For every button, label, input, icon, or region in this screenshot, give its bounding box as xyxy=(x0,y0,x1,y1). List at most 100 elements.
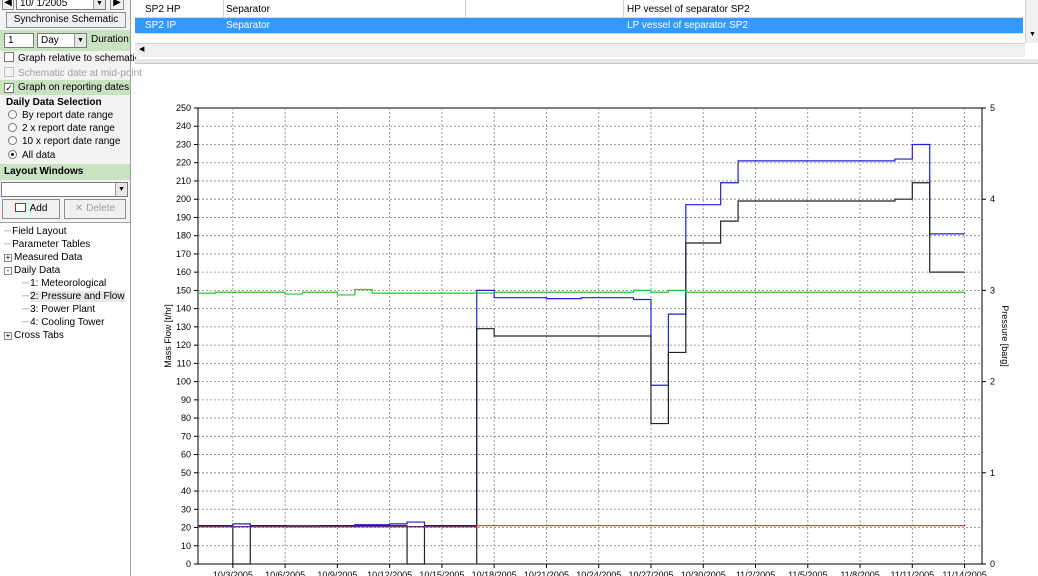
duration-number-input[interactable]: 1 xyxy=(4,33,34,48)
radio-icon[interactable] xyxy=(8,110,17,119)
radio-10x-range[interactable]: 10 x report date range xyxy=(8,135,120,149)
vertical-scrollbar[interactable]: ▼ xyxy=(1025,0,1038,43)
tree-connector-icon: ─ xyxy=(22,291,30,302)
scroll-left-icon[interactable]: ◀ xyxy=(139,45,144,53)
y2-tick-label: 5 xyxy=(990,103,995,113)
y-tick-label: 120 xyxy=(176,340,191,350)
add-label: Add xyxy=(29,203,48,214)
expand-icon[interactable]: + xyxy=(4,332,12,340)
synchronise-schematic-button[interactable]: Synchronise Schematic xyxy=(6,12,126,28)
tree-item[interactable]: ─4: Cooling Tower xyxy=(22,316,104,329)
tree-connector-icon: ─ xyxy=(22,317,30,328)
expand-icon[interactable]: + xyxy=(4,254,12,262)
x-tick-label: 10/9/2005 xyxy=(317,570,357,576)
tree-item-label: Field Layout xyxy=(12,226,67,237)
left-panel: ◀ 10/ 1/2005 ▼ ▶ Synchronise Schematic 1… xyxy=(0,0,142,576)
radio-report-range[interactable]: By report date range xyxy=(8,109,113,123)
radio-label: 2 x report date range xyxy=(22,123,115,134)
x-tick-label: 10/6/2005 xyxy=(265,570,305,576)
radio-label: By report date range xyxy=(22,110,114,121)
x-tick-label: 10/21/2005 xyxy=(524,570,569,576)
x-tick-label: 10/30/2005 xyxy=(681,570,726,576)
tree-item-label: Cross Tabs xyxy=(14,330,64,341)
checkbox-label: Graph relative to schematic xyxy=(18,53,140,64)
duration-label: Duration xyxy=(91,34,129,45)
y-tick-label: 240 xyxy=(176,121,191,131)
layout-select[interactable]: ▼ xyxy=(1,182,128,197)
y-tick-label: 70 xyxy=(181,431,191,441)
radio-label: 10 x report date range xyxy=(22,136,121,147)
x-tick-label: 10/27/2005 xyxy=(628,570,673,576)
y-tick-label: 60 xyxy=(181,450,191,460)
tree-item-label: 4: Cooling Tower xyxy=(30,317,105,328)
radio-icon[interactable] xyxy=(8,123,17,132)
tree-item[interactable]: + Cross Tabs xyxy=(4,329,64,342)
flow-pressure-chart: 0102030405060708090100110120130140150160… xyxy=(163,103,1010,576)
radio-selected-icon[interactable] xyxy=(8,150,17,159)
y-tick-label: 200 xyxy=(176,194,191,204)
table-row-selected[interactable]: SP2 IP Separator LP vessel of separator … xyxy=(135,18,1023,34)
tree-item-label: 2: Pressure and Flow xyxy=(30,291,125,302)
tree-connector-icon: ─ xyxy=(22,304,30,315)
y-tick-label: 0 xyxy=(186,559,191,569)
delete-button[interactable]: ✕ Delete xyxy=(64,199,126,219)
next-date-button[interactable]: ▶ xyxy=(110,0,124,10)
tree-item-label: Daily Data xyxy=(14,265,61,276)
radio-icon[interactable] xyxy=(8,136,17,145)
horizontal-scrollbar[interactable]: ◀ xyxy=(135,43,1025,57)
checkbox-box[interactable] xyxy=(4,52,14,62)
y-tick-label: 250 xyxy=(176,103,191,113)
y-axis-label: Mass Flow [t/hr] xyxy=(163,304,173,368)
y-tick-label: 80 xyxy=(181,413,191,423)
x-tick-label: 11/11/2005 xyxy=(890,570,934,576)
y2-axis-label: Pressure [barg] xyxy=(1000,305,1010,367)
scroll-down-icon[interactable]: ▼ xyxy=(1029,31,1036,38)
graph-relative-checkbox[interactable]: Graph relative to schematic xyxy=(4,52,140,66)
chevron-down-icon[interactable]: ▼ xyxy=(74,34,86,47)
checkbox-label: Graph on reporting dates xyxy=(18,82,130,93)
tree-item[interactable]: ─Field Layout xyxy=(4,225,67,238)
chevron-down-icon[interactable]: ▼ xyxy=(93,0,105,9)
y2-tick-label: 4 xyxy=(990,194,995,204)
tree-item[interactable]: - Daily Data xyxy=(4,264,60,277)
y-tick-label: 50 xyxy=(181,468,191,478)
collapse-icon[interactable]: - xyxy=(4,267,12,275)
layout-tree: ─Field Layout ─Parameter Tables + Measured … xyxy=(0,222,130,576)
add-icon xyxy=(14,203,26,212)
chevron-down-icon[interactable]: ▼ xyxy=(115,183,127,196)
radio-all-data[interactable]: All data xyxy=(8,149,55,163)
parameter-grid: SP2 HP Separator HP vessel of separator … xyxy=(135,0,1025,42)
tree-item-label: Parameter Tables xyxy=(12,239,91,250)
cell-type: Separator xyxy=(226,4,270,15)
y2-tick-label: 0 xyxy=(990,559,995,569)
table-row[interactable]: SP2 HP Separator HP vessel of separator … xyxy=(135,2,1023,18)
radio-label: All data xyxy=(22,150,56,161)
add-button[interactable]: Add xyxy=(2,199,60,219)
y-tick-label: 150 xyxy=(176,285,191,295)
y-tick-label: 180 xyxy=(176,231,191,241)
prev-date-button[interactable]: ◀ xyxy=(2,0,14,10)
tree-item[interactable]: ─3: Power Plant xyxy=(22,303,95,316)
tree-item[interactable]: ─2: Pressure and Flow xyxy=(22,290,125,303)
y-tick-label: 160 xyxy=(176,267,191,277)
y-tick-label: 210 xyxy=(176,176,191,186)
schematic-midpoint-checkbox[interactable]: Schematic date at mid-point xyxy=(4,67,142,81)
y-tick-label: 130 xyxy=(176,322,191,332)
y-tick-label: 110 xyxy=(177,358,191,368)
y-tick-label: 30 xyxy=(181,504,191,514)
checkbox-box[interactable] xyxy=(4,67,14,77)
check-icon[interactable]: ✓ xyxy=(4,83,14,93)
tree-item[interactable]: ─1: Meteorological xyxy=(22,277,106,290)
graph-reporting-dates-checkbox[interactable]: ✓ Graph on reporting dates xyxy=(4,81,129,95)
tree-item-label: 1: Meteorological xyxy=(30,278,107,289)
tree-item[interactable]: + Measured Data xyxy=(4,251,82,264)
cell-name: SP2 IP xyxy=(145,20,177,31)
radio-2x-range[interactable]: 2 x report date range xyxy=(8,122,115,136)
y-tick-label: 40 xyxy=(181,486,191,496)
date-value: 10/ 1/2005 xyxy=(20,0,68,9)
date-picker[interactable]: 10/ 1/2005 ▼ xyxy=(16,0,106,10)
tree-item[interactable]: ─Parameter Tables xyxy=(4,238,90,251)
x-tick-label: 10/15/2005 xyxy=(419,570,464,576)
duration-unit-select[interactable]: Day ▼ xyxy=(37,33,87,48)
cell-type: Separator xyxy=(226,20,270,31)
